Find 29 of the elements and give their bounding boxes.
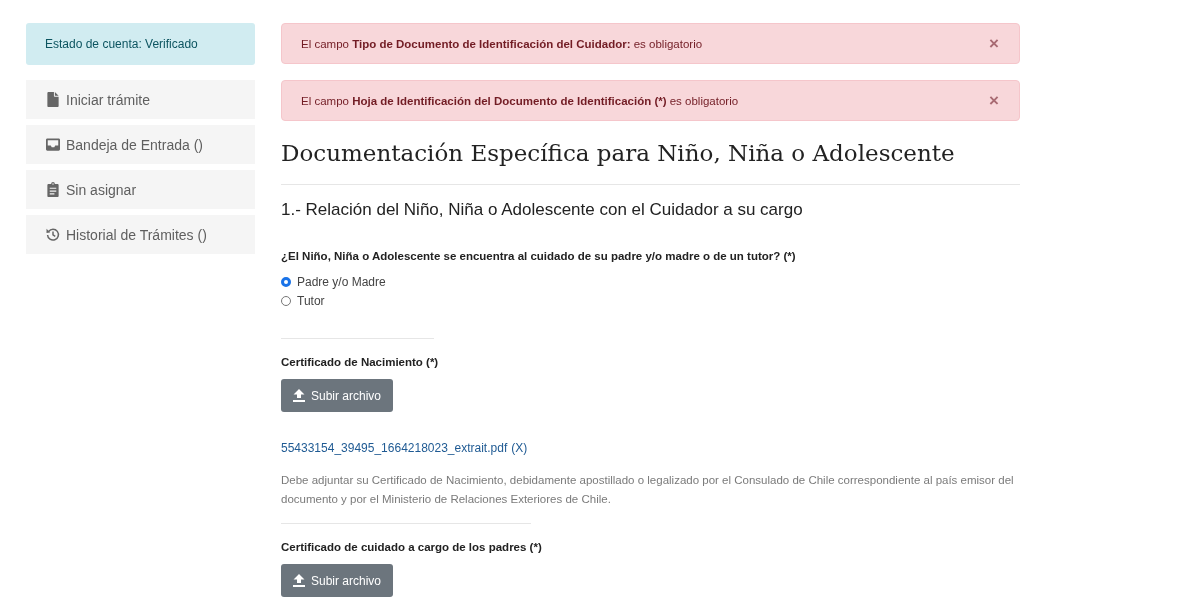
sidebar-item[interactable]: Bandeja de Entrada () (26, 125, 255, 164)
question-label: ¿El Niño, Niña o Adolescente se encuentra al cuidado de su padre y/o madre o de un tutor? (*) (281, 249, 796, 264)
sidebar-item[interactable]: Historial de Trámites () (26, 215, 255, 254)
option-label[interactable]: Padre y/o Madre (297, 274, 386, 289)
alert-message: El campo Tipo de Documento de Identificación del Cuidador: es obligatorio (301, 37, 703, 50)
upload-button[interactable]: Subir archivo (281, 379, 393, 412)
inbox-icon (46, 137, 60, 152)
radio-button[interactable] (281, 276, 291, 287)
help-text: Debe adjuntar su Certificado de Nacimiento, debidamente apostillado o legalizado por el Consulado de Chile correspondiente al país emisor del documento y por el Ministerio de Relaciones Exteriores de Chile. (281, 473, 1015, 507)
upload-button[interactable]: Subir archivo (281, 564, 393, 597)
page-title: Documentación Específica para Niño, Niña o Adolescente (281, 139, 955, 168)
field-label: Certificado de Nacimiento (*) (281, 355, 439, 370)
sidebar-item[interactable]: Sin asignar (26, 170, 255, 209)
account-status: Estado de cuenta: Verificado (26, 23, 255, 65)
sidebar-item[interactable]: Iniciar trámite (26, 80, 255, 119)
remove-file-link[interactable]: (X) (511, 440, 528, 456)
section-title: 1.- Relación del Niño, Niña o Adolescente con el Cuidador a su cargo (281, 199, 803, 221)
alert-message: El campo Hoja de Identificación del Documento de Identificación (*) es obligatorio (301, 94, 739, 107)
close-button[interactable]: × (987, 34, 1001, 53)
history-icon (46, 227, 60, 242)
field-label: Certificado de cuidado a cargo de los padres (*) (281, 540, 542, 555)
close-button[interactable]: × (987, 91, 1001, 110)
upload-icon (293, 574, 305, 587)
upload-icon (293, 389, 305, 402)
file-icon (46, 92, 60, 107)
file-link[interactable]: 55433154_39495_1664218023_extrait.pdf (281, 440, 508, 456)
clipboard-icon (46, 182, 60, 197)
option-label[interactable]: Tutor (297, 293, 325, 308)
radio-button[interactable] (281, 295, 291, 306)
